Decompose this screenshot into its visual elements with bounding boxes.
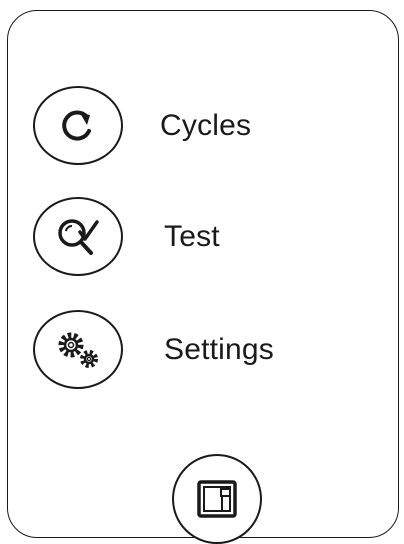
gears-icon — [58, 332, 98, 368]
menu-panel: Cycles Test Settings — [7, 10, 399, 544]
panel-view-button[interactable] — [172, 454, 262, 544]
menu-label-test: Test — [164, 220, 220, 253]
menu-item-test[interactable]: Test — [33, 197, 363, 277]
cycles-icon-button[interactable] — [33, 86, 123, 165]
search-check-icon — [58, 218, 99, 255]
refresh-cycle-icon — [62, 110, 91, 141]
menu-label-settings: Settings — [164, 333, 274, 366]
menu-item-settings[interactable]: Settings — [33, 310, 363, 390]
settings-icon-button[interactable] — [33, 310, 123, 389]
door-panel-icon — [197, 480, 237, 518]
menu-item-cycles[interactable]: Cycles — [33, 86, 363, 166]
test-icon-button[interactable] — [33, 197, 123, 276]
menu-label-cycles: Cycles — [160, 109, 252, 142]
